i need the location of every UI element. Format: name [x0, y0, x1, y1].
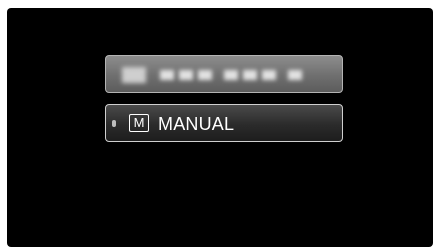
selection-cursor-icon — [112, 120, 116, 127]
blurred-mode-icon — [122, 67, 146, 83]
blurred-text-block — [224, 70, 238, 80]
blurred-text-block — [179, 70, 193, 80]
manual-label: MANUAL — [158, 114, 235, 134]
blurred-text-block — [288, 70, 302, 80]
blurred-text-block — [160, 70, 174, 80]
blurred-content — [122, 67, 307, 83]
menu-item-manual[interactable]: M MANUAL — [105, 104, 343, 142]
menu-item-blurred[interactable] — [105, 55, 343, 93]
blurred-text-block — [243, 70, 257, 80]
blurred-text-block — [198, 70, 212, 80]
manual-mode-icon: M — [129, 114, 149, 132]
blurred-text-block — [262, 70, 276, 80]
camera-screen: M MANUAL — [7, 8, 433, 247]
